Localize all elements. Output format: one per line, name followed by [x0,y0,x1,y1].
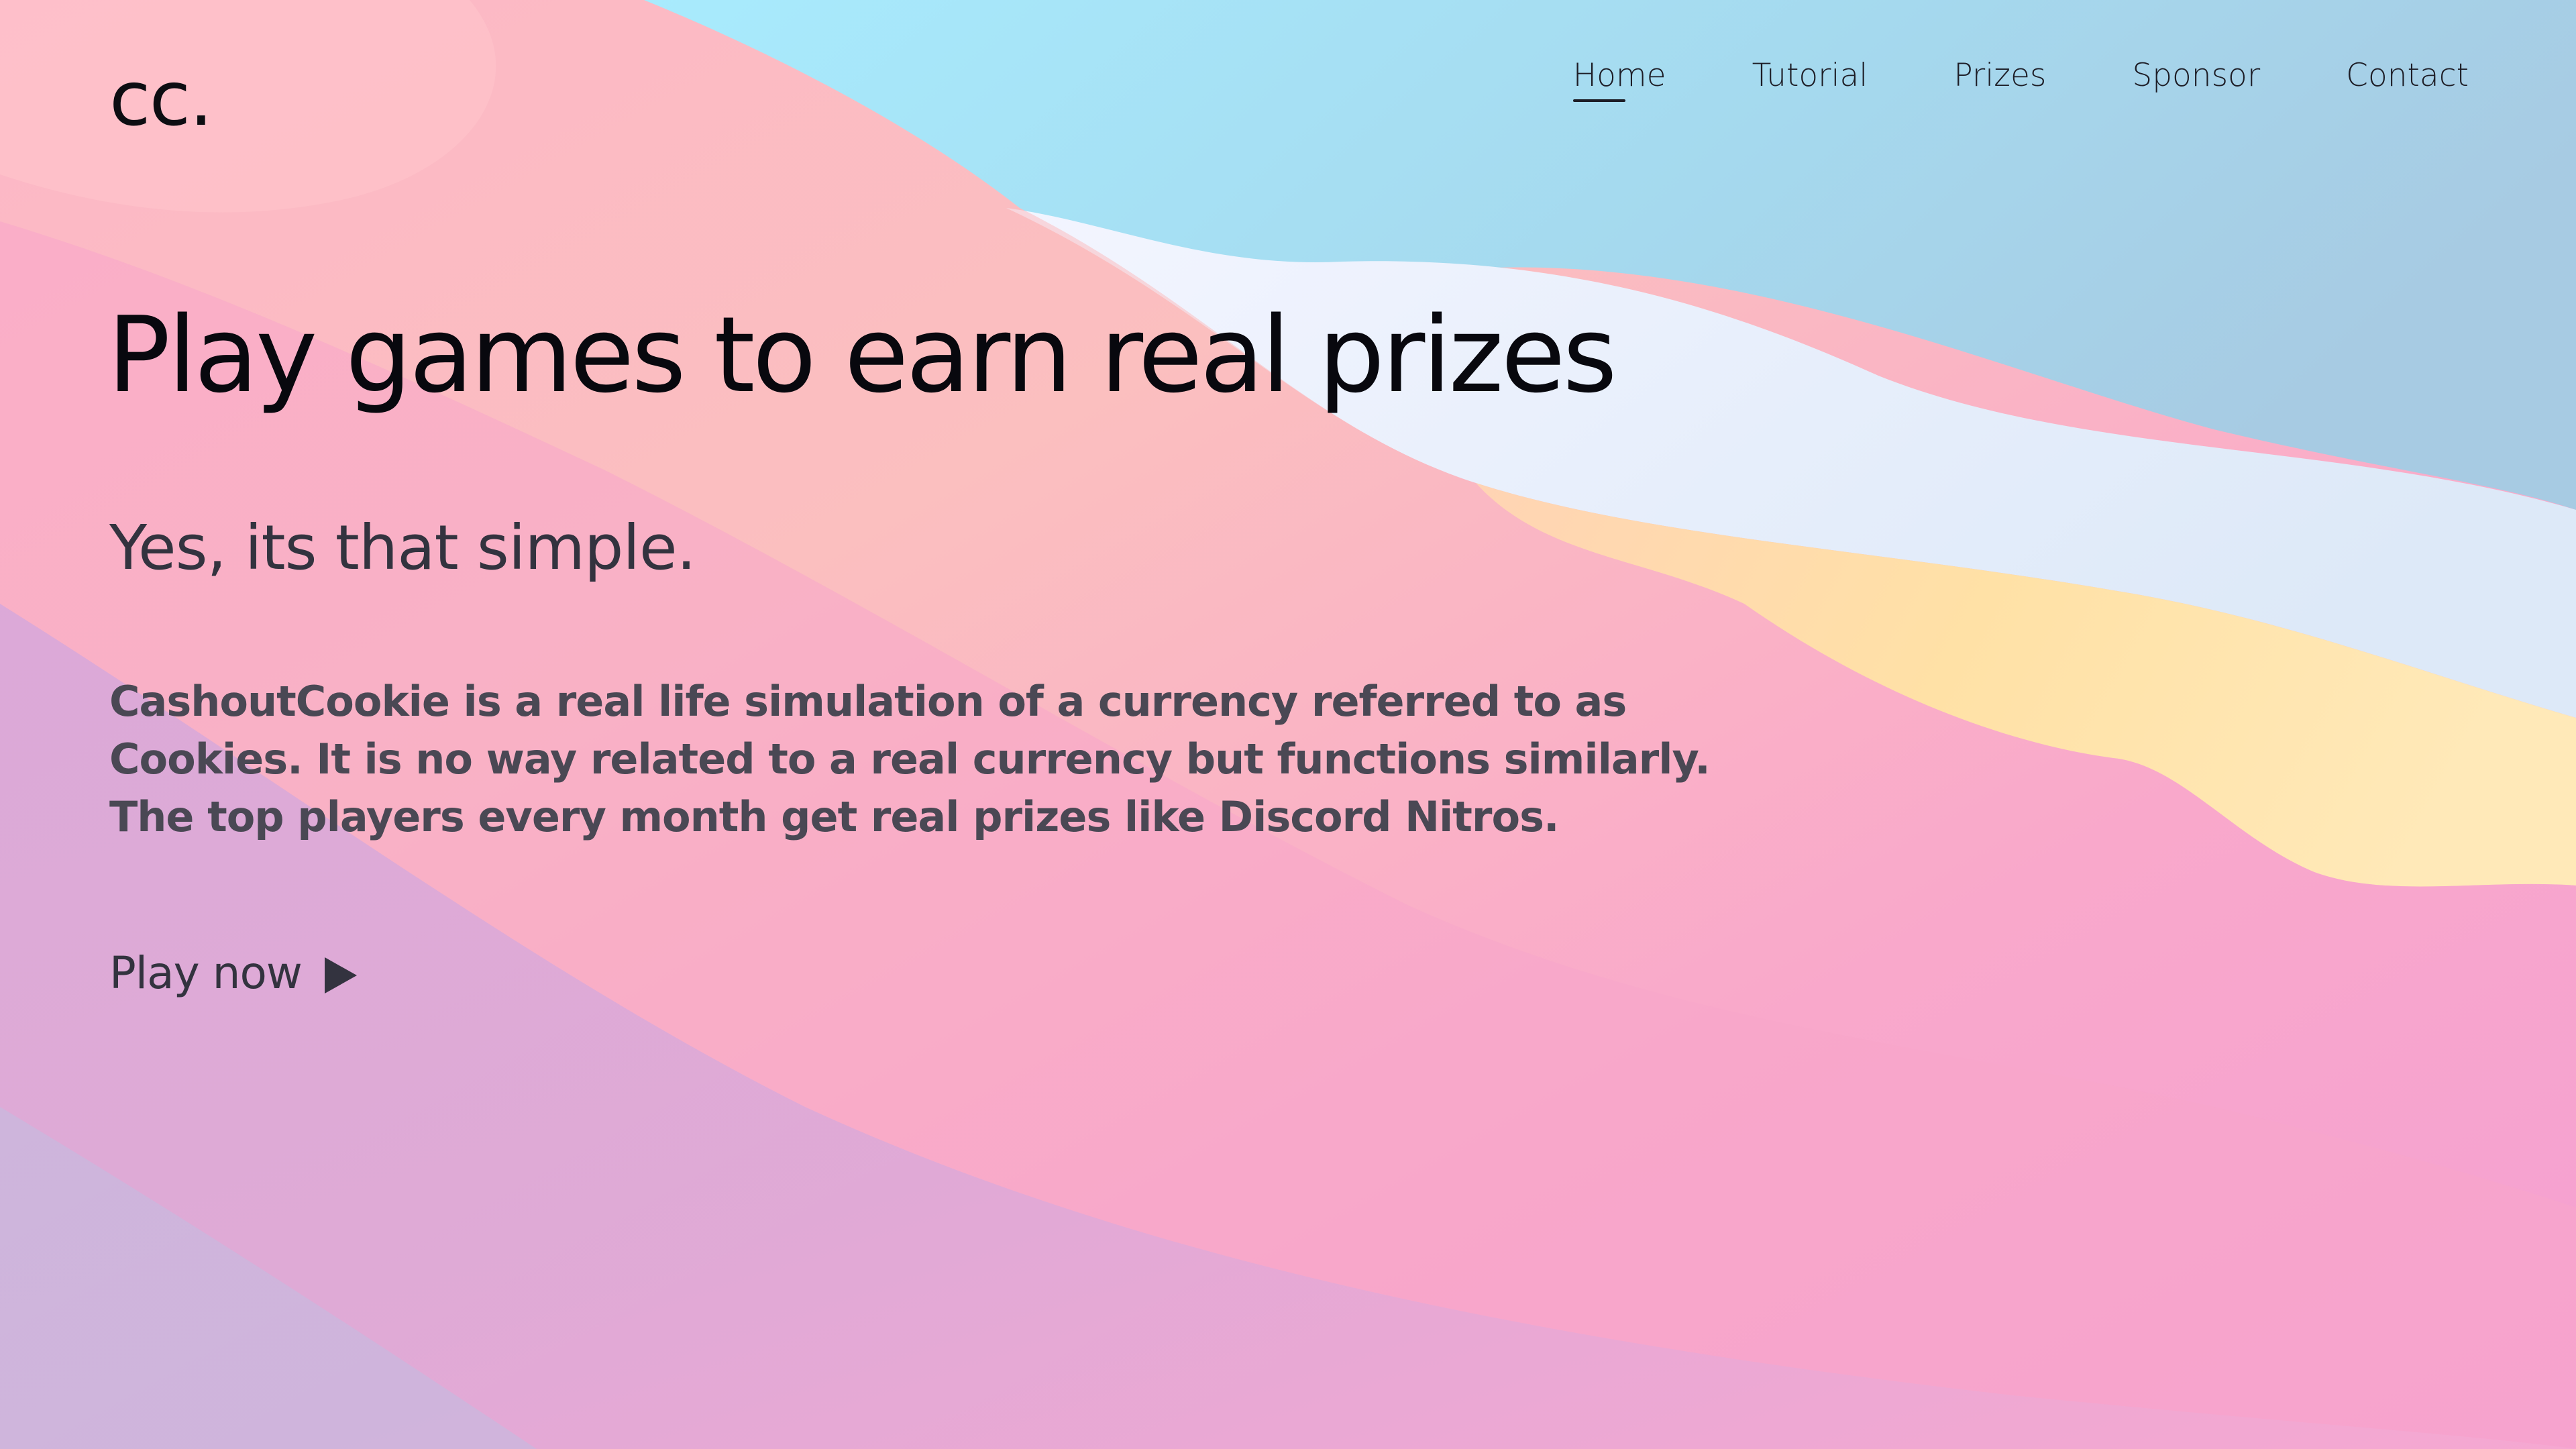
main-nav: Home Tutorial Prizes Sponsor Contact [1487,55,2469,102]
logo[interactable]: cc. [109,62,213,137]
nav-sponsor[interactable]: Sponsor [2132,55,2260,97]
nav-home[interactable]: Home [1572,55,1666,102]
hero-title: Play games to earn real prizes [107,294,1617,416]
hero-subtitle: Yes, its that simple. [109,512,696,584]
play-icon [324,957,357,994]
nav-prizes[interactable]: Prizes [1953,55,2046,97]
hero-description: CashoutCookie is a real life simulation … [109,677,1711,841]
play-now-label: Play now [109,947,303,999]
play-now-button[interactable]: Play now [109,947,357,999]
nav-contact[interactable]: Contact [2346,55,2469,97]
nav-tutorial[interactable]: Tutorial [1752,55,1868,97]
